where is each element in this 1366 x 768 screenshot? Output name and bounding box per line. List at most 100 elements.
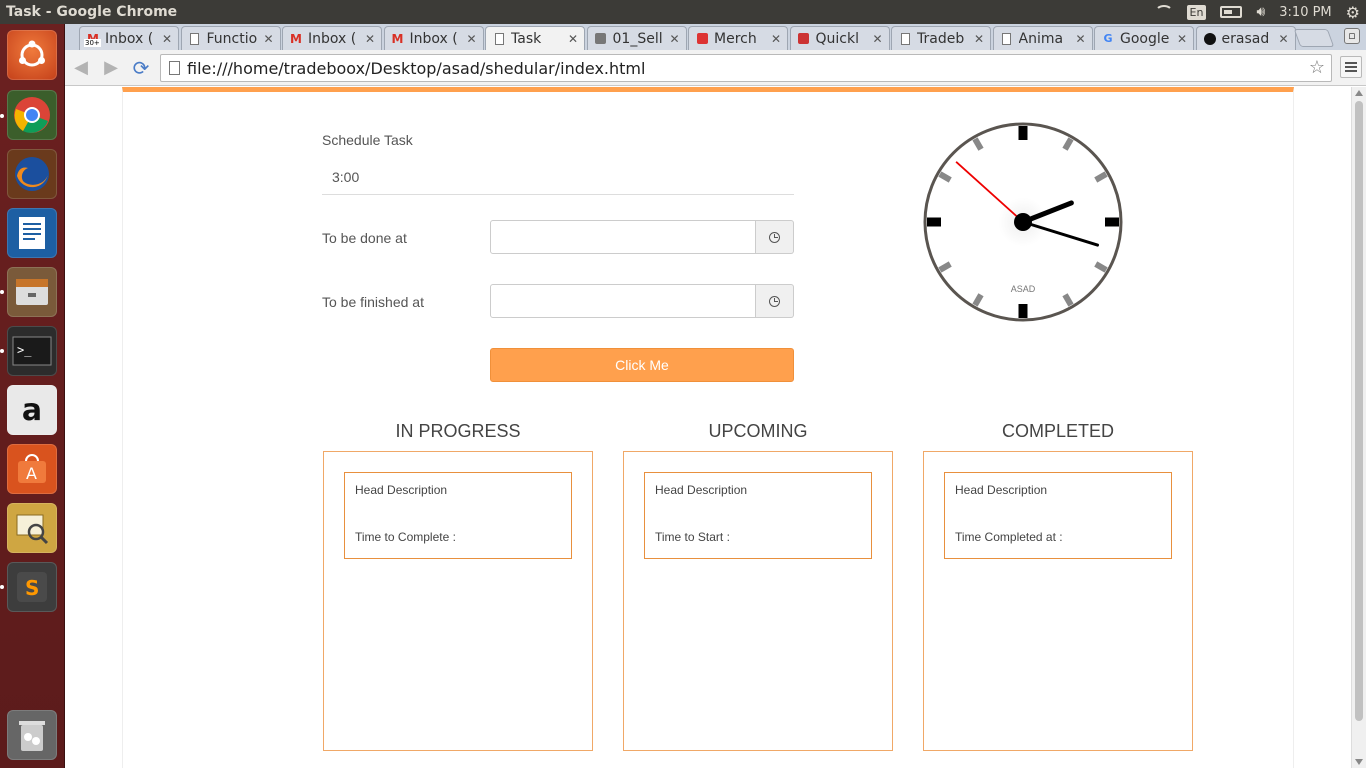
finished-at-label: To be finished at [322, 294, 424, 310]
trash-icon[interactable] [7, 710, 57, 760]
done-at-label: To be done at [322, 230, 407, 246]
schedule-task-value[interactable]: 3:00 [322, 162, 794, 195]
bookmark-star-icon[interactable]: ☆ [1309, 57, 1325, 78]
task-card-time-label: Time Completed at : [955, 530, 1063, 544]
gear-icon[interactable]: ⚙ [1346, 3, 1360, 22]
browser-tab-label: Quickl [815, 30, 859, 47]
chrome-icon[interactable] [7, 90, 57, 140]
page-viewport: Schedule Task 3:00 To be done at To be f… [65, 87, 1351, 768]
files-running-indicator [0, 290, 4, 294]
browser-tab-label: Task [511, 30, 542, 47]
close-icon[interactable]: ✕ [156, 32, 178, 46]
files-icon[interactable] [7, 267, 57, 317]
battery-icon[interactable] [1220, 6, 1243, 18]
google-icon: G [1103, 32, 1113, 45]
task-column: Head Description Time to Complete : [323, 451, 593, 751]
browser-tab[interactable]: erasad ✕ [1195, 26, 1296, 50]
scheduler-container: Schedule Task 3:00 To be done at To be f… [122, 87, 1294, 768]
browser-tab[interactable]: Anima ✕ [992, 26, 1093, 50]
task-card-head: Head Description [355, 483, 448, 497]
system-clock[interactable]: 3:10 PM [1279, 5, 1331, 20]
browser-tab-label: erasad [1221, 30, 1270, 47]
volume-icon[interactable]: 🔊︎ [1256, 4, 1265, 20]
svg-text:>_: >_ [17, 343, 32, 357]
scroll-up-arrow[interactable] [1355, 90, 1363, 96]
close-icon[interactable]: ✕ [866, 32, 888, 46]
browser-tab[interactable]: M Inbox (✕ [282, 26, 382, 50]
software-center-icon[interactable]: A [7, 444, 57, 494]
contact-icon [594, 32, 608, 46]
browser-tab[interactable]: Task ✕ [485, 26, 585, 50]
unity-launcher: >_ a A S [0, 24, 65, 768]
done-at-clock-button[interactable] [756, 220, 794, 254]
browser-toolbar: ◀ ▶ ⟳ file:///home/tradeboox/Desktop/asa… [65, 50, 1366, 86]
finished-at-clock-button[interactable] [756, 284, 794, 318]
finished-at-input-group [490, 284, 794, 318]
quick-icon [797, 32, 811, 46]
browser-tab[interactable]: Functio ✕ [180, 26, 281, 50]
close-icon[interactable]: ✕ [460, 32, 482, 46]
task-card-head: Head Description [955, 483, 1048, 497]
column-title: IN PROGRESS [395, 421, 521, 441]
close-icon[interactable]: ✕ [1069, 32, 1091, 46]
close-icon[interactable]: ✕ [359, 32, 381, 46]
close-icon[interactable]: ✕ [1171, 32, 1193, 46]
keyboard-layout-indicator[interactable]: En [1186, 4, 1207, 20]
close-icon[interactable]: ✕ [562, 32, 584, 46]
close-icon[interactable]: ✕ [1272, 32, 1294, 46]
wifi-icon[interactable] [1154, 5, 1173, 19]
page-icon [188, 32, 202, 46]
clock-brand: ASAD [1011, 284, 1036, 294]
task-card[interactable]: Head Description Time to Start : [644, 472, 872, 559]
finished-at-input[interactable] [490, 284, 756, 318]
click-me-button[interactable]: Click Me [490, 348, 794, 382]
window-restore-button[interactable]: ▫ [1344, 28, 1360, 44]
new-tab-button[interactable] [1293, 29, 1335, 47]
browser-tab-label: 01_Sell [612, 30, 663, 47]
close-icon[interactable]: ✕ [968, 32, 990, 46]
gmail-icon: M [391, 31, 404, 46]
image-viewer-icon[interactable] [7, 503, 57, 553]
firefox-icon[interactable] [7, 149, 57, 199]
browser-tab[interactable]: MInbox (✕30+ [79, 26, 179, 50]
browser-tab-label: Inbox ( [409, 30, 458, 47]
browser-tab[interactable]: G Google ✕ [1094, 26, 1194, 50]
task-card[interactable]: Head Description Time Completed at : [944, 472, 1172, 559]
back-button[interactable]: ◀ [69, 57, 93, 79]
page-icon [492, 32, 506, 46]
unread-count-badge: 30+ [84, 39, 101, 47]
browser-tab-label: Functio [206, 30, 258, 47]
amazon-icon[interactable]: a [7, 385, 57, 435]
browser-tab-strip: MInbox (✕30+Functio✕MInbox (✕MInbox (✕Ta… [65, 24, 1366, 50]
reload-button[interactable]: ⟳ [129, 57, 153, 79]
sublime-icon[interactable]: S [7, 562, 57, 612]
browser-tab[interactable]: M Inbox (✕ [383, 26, 484, 50]
scroll-down-arrow[interactable] [1355, 759, 1363, 765]
browser-tab-label: Inbox ( [308, 30, 357, 47]
chrome-menu-button[interactable] [1340, 56, 1362, 78]
close-icon[interactable]: ✕ [765, 32, 787, 46]
writer-icon[interactable] [7, 208, 57, 258]
scrollbar-thumb[interactable] [1355, 101, 1363, 721]
close-icon[interactable]: ✕ [663, 32, 685, 46]
page-scrollbar[interactable] [1351, 87, 1366, 768]
address-bar[interactable]: file:///home/tradeboox/Desktop/asad/shed… [160, 54, 1332, 82]
page-icon [898, 32, 912, 46]
browser-tab[interactable]: Tradeb ✕ [891, 26, 991, 50]
done-at-input[interactable] [490, 220, 756, 254]
page-icon [169, 61, 180, 75]
clock-icon [769, 295, 780, 307]
browser-tab[interactable]: Quickl ✕ [789, 26, 890, 50]
task-column: Head Description Time Completed at : [923, 451, 1193, 751]
done-at-input-group [490, 220, 794, 254]
gmail-icon: M [290, 31, 302, 46]
terminal-icon[interactable]: >_ [7, 326, 57, 376]
browser-tab[interactable]: Merch ✕ [688, 26, 788, 50]
task-card-head: Head Description [655, 483, 748, 497]
task-card[interactable]: Head Description Time to Complete : [344, 472, 572, 559]
browser-tab[interactable]: 01_Sell ✕ [586, 26, 687, 50]
forward-button[interactable]: ▶ [99, 57, 123, 79]
ubuntu-dash-icon[interactable] [7, 30, 57, 80]
close-icon[interactable]: ✕ [257, 32, 279, 46]
terminal-running-indicator [0, 349, 4, 353]
